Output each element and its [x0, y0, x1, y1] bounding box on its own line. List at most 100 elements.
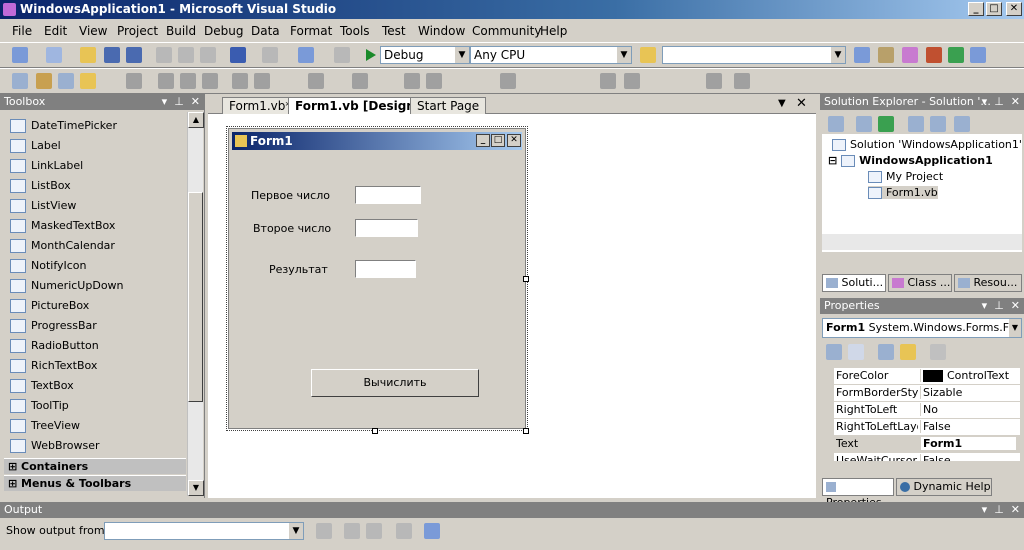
- toolbox-group-menus-toolbars[interactable]: ⊞ Menus & Toolbars: [4, 475, 186, 491]
- menu-test[interactable]: Test: [382, 24, 406, 38]
- close-icon[interactable]: ✕: [1011, 299, 1020, 312]
- tab-class-view[interactable]: Class ...: [888, 274, 952, 292]
- tree-node-solution[interactable]: Solution 'WindowsApplication1' (1 pr: [832, 138, 1024, 151]
- label-second-number[interactable]: Второе число: [253, 222, 331, 235]
- toolbox-item[interactable]: TextBox: [10, 376, 74, 396]
- form-designer[interactable]: Form1 _ □ ✕ Первое число Второе число Ре…: [208, 114, 816, 498]
- scroll-thumb[interactable]: [188, 192, 203, 402]
- property-row[interactable]: Text Form1: [834, 436, 1020, 453]
- bring-to-front-icon[interactable]: [404, 73, 420, 89]
- object-selector[interactable]: Form1 System.Windows.Forms.Form ▼: [822, 318, 1022, 338]
- property-row[interactable]: RightToLeft No: [834, 402, 1020, 419]
- properties-window-icon[interactable]: [878, 47, 894, 63]
- cut-icon[interactable]: [156, 47, 172, 63]
- command-window-icon[interactable]: [970, 47, 986, 63]
- tab-properties[interactable]: Properties: [822, 478, 894, 509]
- toolbox-group-containers[interactable]: ⊞ Containers: [4, 458, 186, 474]
- close-tab-icon[interactable]: ✕: [796, 96, 807, 111]
- show-all-files-icon[interactable]: [856, 116, 872, 132]
- close-button[interactable]: ✕: [1006, 2, 1022, 16]
- start-page-icon[interactable]: [948, 47, 964, 63]
- navigate-icon[interactable]: [298, 47, 314, 63]
- label-first-number[interactable]: Первое число: [251, 189, 330, 202]
- properties-view-icon[interactable]: [878, 344, 894, 360]
- toolbar-overflow-icon[interactable]: [734, 73, 750, 89]
- close-icon[interactable]: ✕: [1011, 503, 1020, 516]
- save-icon[interactable]: [104, 47, 120, 63]
- menu-edit[interactable]: Edit: [44, 24, 67, 38]
- tree-node-project[interactable]: ⊟ WindowsApplication1: [828, 154, 993, 167]
- properties-icon[interactable]: [828, 116, 844, 132]
- toolbox-item[interactable]: Label: [10, 136, 61, 156]
- categorized-icon[interactable]: [826, 344, 842, 360]
- toolbox-item[interactable]: NotifyIcon: [10, 256, 87, 276]
- dropdown-icon[interactable]: ▾: [162, 95, 168, 108]
- tab-start-page[interactable]: Start Page: [410, 97, 487, 114]
- menu-view[interactable]: View: [79, 24, 107, 38]
- toolbox-item[interactable]: ListBox: [10, 176, 71, 196]
- menu-file[interactable]: File: [12, 24, 32, 38]
- go-to-next-message-icon[interactable]: [316, 523, 332, 539]
- refresh-icon[interactable]: [878, 116, 894, 132]
- make-same-width-icon[interactable]: [126, 73, 142, 89]
- vertical-spacing-icon[interactable]: [254, 73, 270, 89]
- send-to-back-icon[interactable]: [426, 73, 442, 89]
- view-designer-icon[interactable]: [930, 116, 946, 132]
- property-pages-icon[interactable]: [930, 344, 946, 360]
- size-to-grid-icon[interactable]: [202, 73, 218, 89]
- toolbox-item[interactable]: ToolTip: [10, 396, 69, 416]
- collapse-icon[interactable]: ⊟: [828, 154, 837, 167]
- property-row[interactable]: FormBorderStyle Sizable: [834, 385, 1020, 402]
- paste-icon[interactable]: [200, 47, 216, 63]
- scroll-down-icon[interactable]: ▼: [188, 480, 204, 496]
- next-message-icon[interactable]: [366, 523, 382, 539]
- output-source-combo[interactable]: ▼: [104, 522, 304, 540]
- toolbox-item[interactable]: RadioButton: [10, 336, 99, 356]
- resize-handle-right[interactable]: [523, 276, 529, 282]
- pin-icon[interactable]: ⊥: [994, 503, 1004, 516]
- open-folder-icon[interactable]: [80, 47, 96, 63]
- tree-node-my-project[interactable]: My Project: [868, 170, 943, 183]
- menu-window[interactable]: Window: [418, 24, 465, 38]
- find-message-icon[interactable]: [344, 523, 360, 539]
- new-project-icon[interactable]: [12, 47, 28, 63]
- add-item-icon[interactable]: [46, 47, 62, 63]
- toolbox-item[interactable]: WebBrowser: [10, 436, 100, 456]
- toolbox-item[interactable]: ListView: [10, 196, 76, 216]
- menu-project[interactable]: Project: [117, 24, 158, 38]
- toolbox-icon[interactable]: [926, 47, 942, 63]
- designed-form[interactable]: Form1 _ □ ✕ Первое число Второе число Ре…: [226, 126, 528, 431]
- align-to-grid-icon[interactable]: [12, 73, 28, 89]
- make-same-height-icon[interactable]: [158, 73, 174, 89]
- toggle-word-wrap-icon[interactable]: [424, 523, 440, 539]
- class-diagram-icon[interactable]: [954, 116, 970, 132]
- events-icon[interactable]: [900, 344, 916, 360]
- undo-icon[interactable]: [230, 47, 246, 63]
- scroll-up-icon[interactable]: ▲: [188, 112, 204, 128]
- save-all-icon[interactable]: [126, 47, 142, 63]
- tree-node-form1[interactable]: Form1.vb: [868, 186, 938, 199]
- resize-handle-corner[interactable]: [523, 428, 529, 434]
- minimize-button[interactable]: _: [968, 2, 984, 16]
- textbox-result[interactable]: [355, 260, 416, 278]
- view-code-icon[interactable]: [908, 116, 924, 132]
- dropdown-icon[interactable]: ▾: [982, 95, 988, 108]
- pin-icon[interactable]: ⊥: [994, 299, 1004, 312]
- property-row[interactable]: RightToLeftLayo False: [834, 419, 1020, 436]
- calculate-button[interactable]: Вычислить: [311, 369, 479, 397]
- toolbox-item[interactable]: PictureBox: [10, 296, 89, 316]
- maximize-button[interactable]: □: [986, 2, 1002, 16]
- toolbar-options-icon[interactable]: [706, 73, 722, 89]
- copy-icon[interactable]: [178, 47, 194, 63]
- solution-configuration-combo[interactable]: Debug ▼: [380, 46, 470, 64]
- center-horizontally-icon[interactable]: [308, 73, 324, 89]
- toolbox-item[interactable]: MonthCalendar: [10, 236, 115, 256]
- toolbox-item[interactable]: DateTimePicker: [10, 116, 117, 136]
- start-debugging-icon[interactable]: [366, 49, 376, 61]
- find-in-files-icon[interactable]: [640, 47, 656, 63]
- tab-solution-explorer[interactable]: Soluti...: [822, 274, 886, 292]
- dropdown-icon[interactable]: ▾: [982, 299, 988, 312]
- toolbox-item[interactable]: TreeView: [10, 416, 80, 436]
- clear-all-icon[interactable]: [396, 523, 412, 539]
- property-row[interactable]: UseWaitCursor False: [834, 453, 1020, 462]
